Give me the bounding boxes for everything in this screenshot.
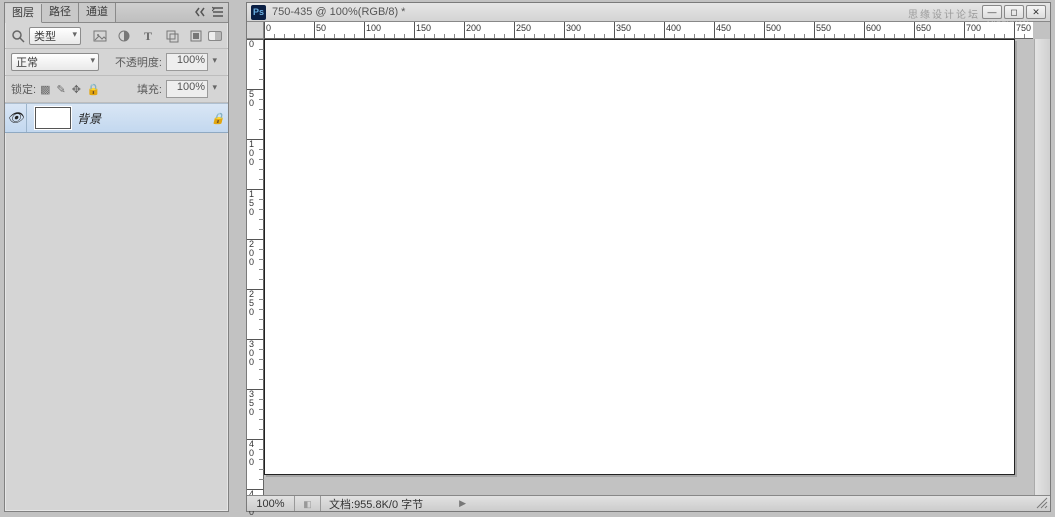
zoom-field[interactable]: 100% xyxy=(247,496,295,511)
search-icon xyxy=(11,29,25,43)
document-title: 750-435 @ 100%(RGB/8) * xyxy=(272,6,405,18)
lock-icon: 🔒 xyxy=(208,112,228,125)
filter-row: 类型 T xyxy=(5,23,228,49)
visibility-icon[interactable]: 👁 xyxy=(5,104,27,132)
opacity-field[interactable]: 100% xyxy=(166,53,208,71)
filter-image-icon[interactable] xyxy=(93,29,107,43)
watermark-text: 思缘设计论坛 xyxy=(908,6,980,21)
filter-shape-icon[interactable] xyxy=(165,29,179,43)
layers-panel: 图层 路径 通道 类型 T 正常 不透明度: 100% xyxy=(4,2,229,512)
document-body: 0501001502002503003504004505005506006507… xyxy=(247,22,1050,495)
lock-all-icon[interactable]: 🔒 xyxy=(87,83,101,96)
canvas-viewport[interactable] xyxy=(264,39,1033,495)
tab-paths[interactable]: 路径 xyxy=(42,3,79,22)
minimize-button[interactable]: — xyxy=(982,5,1002,19)
lock-move-icon[interactable]: ✥ xyxy=(72,83,81,96)
lock-label: 锁定: xyxy=(11,81,36,97)
collapse-icon[interactable] xyxy=(194,5,206,19)
layer-thumbnail[interactable] xyxy=(35,107,71,129)
resize-grip-icon[interactable] xyxy=(1036,497,1048,509)
fill-label: 填充: xyxy=(137,81,162,97)
tab-channels[interactable]: 通道 xyxy=(79,3,116,22)
document-window: Ps 750-435 @ 100%(RGB/8) * 思缘设计论坛 — ◻ ✕ … xyxy=(246,2,1051,512)
vertical-scrollbar[interactable] xyxy=(1034,39,1050,495)
layer-name[interactable]: 背景 xyxy=(77,110,208,127)
filter-adjust-icon[interactable] xyxy=(117,29,131,43)
ruler-corner[interactable] xyxy=(247,22,264,39)
document-titlebar[interactable]: Ps 750-435 @ 100%(RGB/8) * 思缘设计论坛 — ◻ ✕ xyxy=(247,3,1050,22)
ruler-vertical[interactable]: 05 01 0 01 5 02 0 02 5 03 0 03 5 04 0 04… xyxy=(247,39,264,495)
filter-kind-select[interactable]: 类型 xyxy=(29,27,81,45)
ruler-horizontal[interactable]: 0501001502002503003504004505005506006507… xyxy=(264,22,1033,39)
close-button[interactable]: ✕ xyxy=(1026,5,1046,19)
status-arrow-icon[interactable]: ▶ xyxy=(459,498,466,509)
blend-row: 正常 不透明度: 100% xyxy=(5,49,228,76)
status-bar: 100% ◧ 文档:955.8K/0 字节 ▶ xyxy=(247,495,1050,511)
maximize-button[interactable]: ◻ xyxy=(1004,5,1024,19)
panel-menu-icon[interactable] xyxy=(212,5,224,19)
filter-toggle[interactable] xyxy=(208,31,222,41)
layer-background[interactable]: 👁 背景 🔒 xyxy=(5,103,228,133)
filter-type-icon[interactable]: T xyxy=(141,29,155,43)
lock-brush-icon[interactable]: ✎ xyxy=(56,83,65,96)
opacity-label: 不透明度: xyxy=(115,54,162,70)
panel-tabs: 图层 路径 通道 xyxy=(5,3,228,23)
doc-info[interactable]: 文档:955.8K/0 字节 xyxy=(321,496,431,512)
lock-row: 锁定: ▩ ✎ ✥ 🔒 填充: 100% xyxy=(5,76,228,103)
lock-pixels-icon[interactable]: ▩ xyxy=(40,83,50,96)
ps-icon: Ps xyxy=(251,5,266,20)
blend-mode-select[interactable]: 正常 xyxy=(11,53,99,71)
layer-list: 👁 背景 🔒 xyxy=(5,103,228,133)
tab-layers[interactable]: 图层 xyxy=(5,4,42,23)
filter-smart-icon[interactable] xyxy=(189,29,203,43)
exposure-icon[interactable]: ◧ xyxy=(295,496,321,511)
fill-field[interactable]: 100% xyxy=(166,80,208,98)
canvas[interactable] xyxy=(264,39,1015,475)
